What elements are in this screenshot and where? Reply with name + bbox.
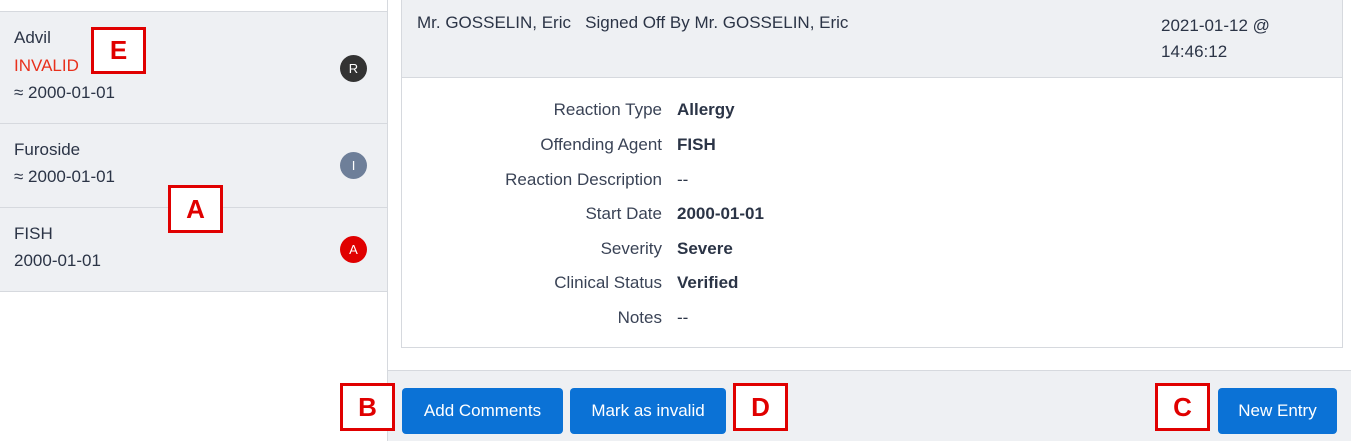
annotation-b: B xyxy=(340,383,395,431)
annotation-a: A xyxy=(168,185,223,233)
list-item-advil[interactable]: Advil INVALID ≈ 2000-01-01 R xyxy=(0,12,387,124)
list-item-name: Advil xyxy=(14,28,51,47)
list-item-name: Furoside xyxy=(14,140,81,159)
status-badge-i: I xyxy=(340,152,367,179)
detail-header: Mr. GOSSELIN, Eric Signed Off By Mr. GOS… xyxy=(402,0,1342,78)
timestamp-date: 2021-01-12 @ xyxy=(1161,16,1270,35)
list-item-date: 2000-01-01 xyxy=(14,251,101,270)
annotation-c: C xyxy=(1155,383,1210,431)
field-value-reaction-type: Allergy xyxy=(677,100,735,119)
field-label-notes: Notes xyxy=(617,308,662,327)
field-value-clinical-status: Verified xyxy=(677,273,739,292)
field-label-severity: Severity xyxy=(600,239,662,258)
status-badge-a: A xyxy=(340,236,367,263)
field-label-start-date: Start Date xyxy=(585,204,662,223)
field-value-severity: Severe xyxy=(677,239,733,258)
annotation-e: E xyxy=(91,27,146,74)
add-comments-button[interactable]: Add Comments xyxy=(402,388,563,434)
status-badge-r: R xyxy=(340,55,367,82)
mark-as-invalid-button[interactable]: Mark as invalid xyxy=(570,388,726,434)
new-entry-button[interactable]: New Entry xyxy=(1218,388,1337,434)
field-label-clinical-status: Clinical Status xyxy=(554,273,662,292)
field-value-offending-agent: FISH xyxy=(677,135,716,154)
list-item-date: ≈ 2000-01-01 xyxy=(14,83,116,102)
invalid-status-label: INVALID xyxy=(14,56,79,75)
field-value-reaction-description: -- xyxy=(677,170,689,189)
field-label-reaction-description: Reaction Description xyxy=(505,170,662,189)
field-label-reaction-type: Reaction Type xyxy=(553,100,662,119)
field-value-notes: -- xyxy=(677,308,689,327)
list-item-date: ≈ 2000-01-01 xyxy=(14,167,116,186)
list-item-name: FISH xyxy=(14,224,53,243)
allergy-detail-card: Mr. GOSSELIN, Eric Signed Off By Mr. GOS… xyxy=(401,0,1343,348)
signed-off-by-text: Mr. GOSSELIN, Eric Signed Off By Mr. GOS… xyxy=(417,13,849,32)
field-value-start-date: 2000-01-01 xyxy=(677,204,764,223)
annotation-d: D xyxy=(733,383,788,431)
timestamp-time: 14:46:12 xyxy=(1161,42,1228,61)
field-label-offending-agent: Offending Agent xyxy=(540,135,662,154)
signed-off-timestamp: 2021-01-12 @ 14:46:12 xyxy=(1161,13,1301,65)
